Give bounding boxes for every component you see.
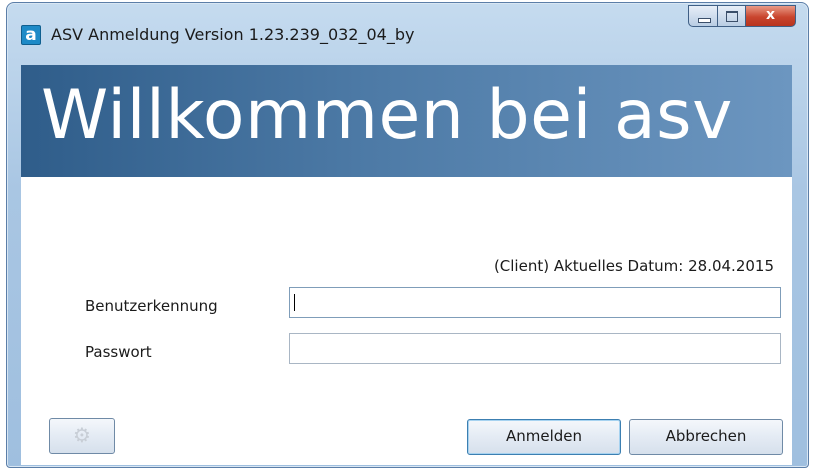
minimize-icon (698, 18, 711, 23)
client-date: (Client) Aktuelles Datum: 28.04.2015 (493, 257, 774, 275)
maximize-icon (726, 11, 738, 22)
gear-icon: ⚙ (73, 423, 91, 447)
app-icon[interactable]: a (21, 25, 41, 45)
window-controls: x (688, 5, 796, 29)
cancel-button[interactable]: Abbrechen (629, 419, 783, 455)
login-window: a ASV Anmeldung Version 1.23.239_032_04_… (6, 2, 809, 468)
username-input[interactable] (289, 287, 781, 318)
welcome-banner: Willkommen bei asv (21, 65, 792, 177)
maximize-button[interactable] (718, 5, 746, 27)
settings-button[interactable]: ⚙ (49, 418, 115, 454)
window-title: ASV Anmeldung Version 1.23.239_032_04_by (51, 25, 415, 44)
login-form: (Client) Aktuelles Datum: 28.04.2015 Ben… (21, 177, 792, 465)
minimize-button[interactable] (688, 5, 718, 27)
login-button[interactable]: Anmelden (467, 419, 621, 455)
close-icon: x (765, 7, 776, 23)
close-button[interactable]: x (746, 5, 796, 27)
text-cursor (294, 294, 295, 311)
password-input[interactable] (289, 333, 781, 364)
password-label: Passwort (85, 343, 152, 361)
banner-title: Willkommen bei asv (41, 76, 733, 155)
title-bar[interactable]: a ASV Anmeldung Version 1.23.239_032_04_… (7, 3, 808, 59)
username-label: Benutzerkennung (85, 297, 218, 315)
